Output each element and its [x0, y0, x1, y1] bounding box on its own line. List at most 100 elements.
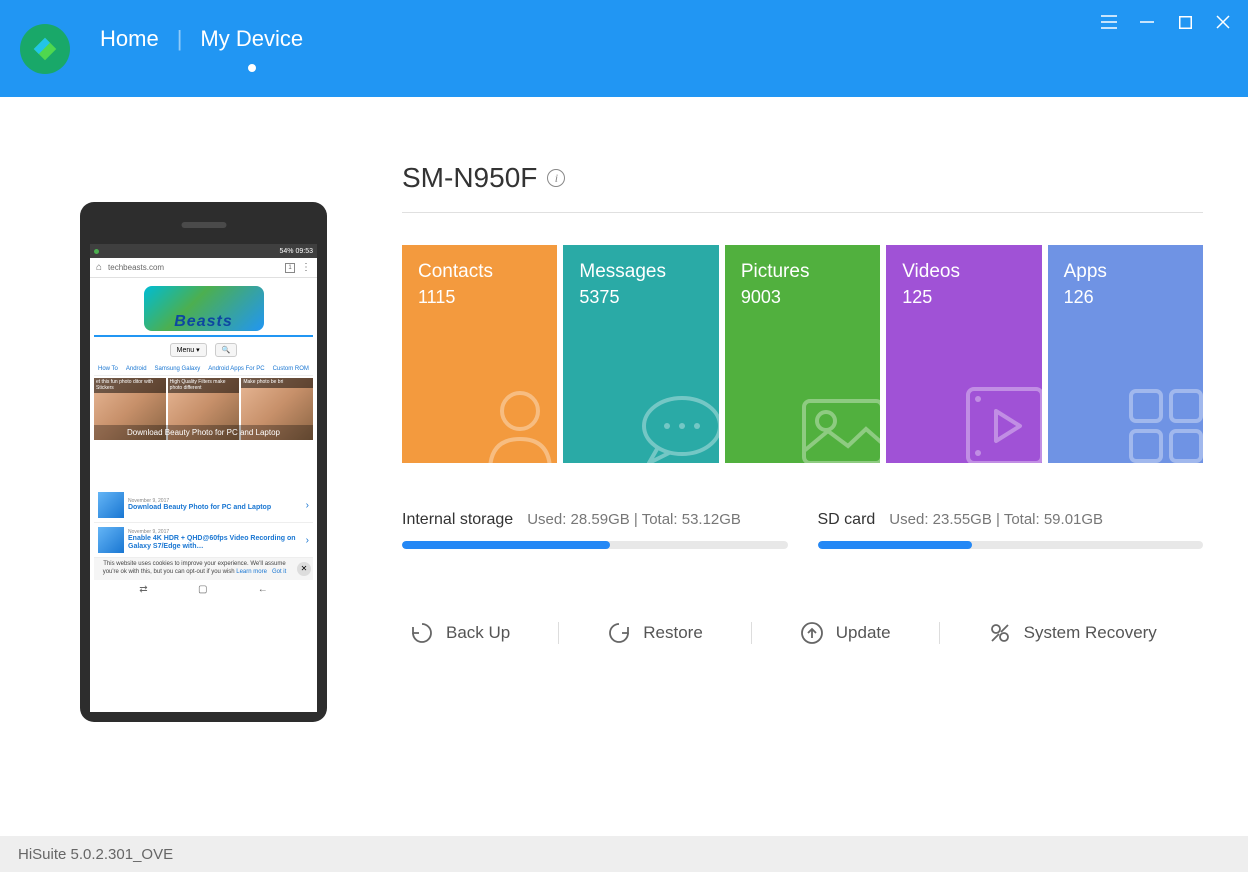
site-logo: Beasts	[144, 286, 264, 331]
tile-apps[interactable]: Apps 126	[1048, 245, 1203, 463]
phone-bottom-nav: ⇄ ▢ ←	[94, 580, 313, 599]
separator	[558, 622, 559, 644]
internal-storage: Internal storage Used: 28.59GB | Total: …	[402, 511, 788, 549]
tile-label: Apps	[1064, 261, 1187, 283]
back-icon: ←	[258, 584, 268, 595]
storage-stats: Used: 23.55GB | Total: 59.01GB	[889, 511, 1103, 528]
tile-count: 9003	[741, 287, 864, 308]
storage-fill-internal	[402, 541, 610, 549]
device-title-row: SM-N950F i	[402, 162, 1203, 213]
category-tiles: Contacts 1115 Messages 5375 Pictures 900…	[402, 245, 1203, 463]
nav-my-device[interactable]: My Device	[200, 26, 303, 72]
storage-label: Internal storage	[402, 511, 513, 529]
recovery-icon	[988, 621, 1012, 645]
article-text: November 9, 2017 Download Beauty Photo f…	[128, 498, 302, 512]
site-logo-area: Beasts	[94, 282, 313, 337]
system-recovery-button[interactable]: System Recovery	[980, 621, 1165, 645]
tile-pictures[interactable]: Pictures 9003	[725, 245, 880, 463]
storage-fill-sd	[818, 541, 972, 549]
main-content: 54% 09:53 ⌂ techbeasts.com 1 ⋮ Beasts Me…	[0, 97, 1248, 836]
version-label: HiSuite 5.0.2.301_OVE	[18, 846, 173, 863]
phone-screen: 54% 09:53 ⌂ techbeasts.com 1 ⋮ Beasts Me…	[90, 244, 317, 712]
close-button[interactable]	[1213, 12, 1233, 32]
separator	[751, 622, 752, 644]
app-header: Home | My Device	[0, 0, 1248, 97]
kebab-icon: ⋮	[301, 262, 311, 273]
update-icon	[800, 621, 824, 645]
site-nav-item: Android	[126, 366, 147, 372]
minimize-button[interactable]	[1137, 12, 1157, 32]
tile-count: 126	[1064, 287, 1187, 308]
cookie-notice: This website uses cookies to improve you…	[94, 558, 313, 580]
menu-button: Menu ▾	[170, 343, 207, 357]
thumb-overlay-title: Download Beauty Photo for PC and Laptop	[94, 425, 313, 440]
restore-button[interactable]: Restore	[599, 621, 711, 645]
phone-preview: 54% 09:53 ⌂ techbeasts.com 1 ⋮ Beasts Me…	[80, 202, 327, 722]
phone-speaker	[181, 222, 226, 228]
tile-label: Videos	[902, 261, 1025, 283]
nav-home[interactable]: Home	[100, 26, 159, 72]
url-text: techbeasts.com	[108, 263, 279, 272]
tile-label: Messages	[579, 261, 702, 283]
actions-row: Back Up Restore Update System Recovery	[402, 621, 1203, 645]
home-icon: ⌂	[96, 262, 102, 273]
separator	[939, 622, 940, 644]
device-name: SM-N950F	[402, 162, 537, 194]
nav-separator: |	[177, 26, 183, 72]
storage-bar	[818, 541, 1204, 549]
messages-icon	[637, 391, 719, 463]
site-nav-item: Samsung Galaxy	[155, 366, 201, 372]
site-nav-item: Custom ROM	[273, 366, 309, 372]
tile-messages[interactable]: Messages 5375	[563, 245, 718, 463]
site-content: Beasts Menu ▾ 🔍 How To Android Samsung G…	[90, 278, 317, 603]
recent-icon: ⇄	[139, 584, 147, 595]
footer-bar: HiSuite 5.0.2.301_OVE	[0, 836, 1248, 872]
apps-icon	[1121, 381, 1203, 463]
maximize-button[interactable]	[1175, 12, 1195, 32]
phone-url-bar: ⌂ techbeasts.com 1 ⋮	[90, 258, 317, 278]
nav-tabs: Home | My Device	[100, 26, 303, 72]
chevron-right-icon: ›	[306, 500, 309, 511]
search-button: 🔍	[215, 343, 238, 357]
tile-label: Contacts	[418, 261, 541, 283]
site-nav: How To Android Samsung Galaxy Android Ap…	[94, 363, 313, 376]
backup-button[interactable]: Back Up	[402, 621, 518, 645]
storage-label: SD card	[818, 511, 876, 529]
article-thumb	[98, 527, 124, 553]
tile-count: 125	[902, 287, 1025, 308]
thumbnail-row: et this fun photo ditor with Stickers Hi…	[94, 378, 313, 440]
home-icon: ▢	[198, 584, 207, 595]
storage-bar	[402, 541, 788, 549]
status-dot-icon	[94, 249, 99, 254]
tile-videos[interactable]: Videos 125	[886, 245, 1041, 463]
article-text: November 9, 2017 Enable 4K HDR + QHD@60f…	[128, 529, 302, 552]
videos-icon	[960, 381, 1042, 463]
article-list: November 9, 2017 Download Beauty Photo f…	[94, 488, 313, 558]
chevron-right-icon: ›	[306, 535, 309, 546]
info-icon[interactable]: i	[547, 169, 565, 187]
article-item: November 9, 2017 Enable 4K HDR + QHD@60f…	[94, 523, 313, 558]
storage-stats: Used: 28.59GB | Total: 53.12GB	[527, 511, 741, 528]
backup-icon	[410, 621, 434, 645]
sd-storage: SD card Used: 23.55GB | Total: 59.01GB	[818, 511, 1204, 549]
device-panel: SM-N950F i Contacts 1115 Messages 5375 P…	[402, 137, 1203, 836]
site-nav-item: Android Apps For PC	[208, 366, 264, 372]
restore-icon	[607, 621, 631, 645]
status-right: 54% 09:53	[280, 248, 313, 255]
article-item: November 9, 2017 Download Beauty Photo f…	[94, 488, 313, 523]
site-nav-item: How To	[98, 366, 118, 372]
phone-status-bar: 54% 09:53	[90, 244, 317, 258]
update-button[interactable]: Update	[792, 621, 899, 645]
window-controls	[1099, 12, 1233, 32]
article-thumb	[98, 492, 124, 518]
site-menu-row: Menu ▾ 🔍	[94, 337, 313, 363]
app-logo	[20, 24, 70, 74]
contacts-icon	[475, 381, 557, 463]
menu-icon[interactable]	[1099, 12, 1119, 32]
tile-count: 1115	[418, 287, 541, 308]
tile-count: 5375	[579, 287, 702, 308]
tile-label: Pictures	[741, 261, 864, 283]
tile-contacts[interactable]: Contacts 1115	[402, 245, 557, 463]
close-icon: ✕	[297, 562, 311, 576]
tab-count: 1	[285, 263, 295, 273]
